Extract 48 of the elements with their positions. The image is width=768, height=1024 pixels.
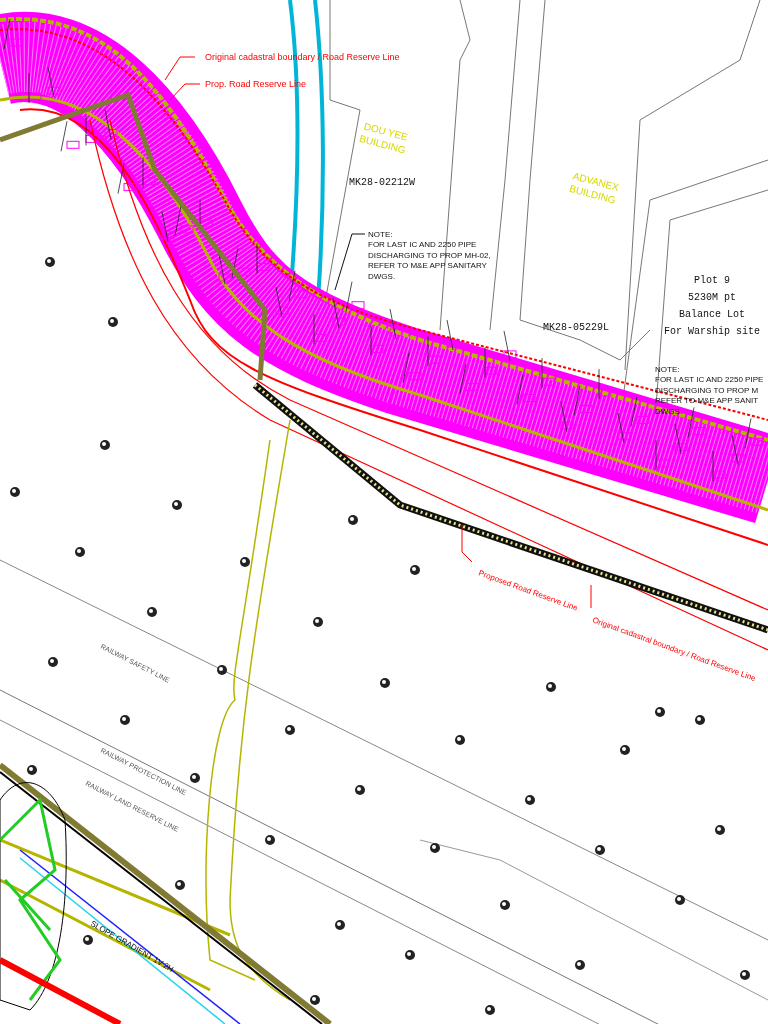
note-text: NOTE: FOR LAST IC AND 2250 PIPE DISCHARGING TO PROP MH-02, REFER TO M&E APP SANITARY DWGS. <box>368 230 491 281</box>
leader-line <box>590 584 592 609</box>
tree-symbol-icon <box>335 920 345 930</box>
tree-symbol-icon <box>430 843 440 853</box>
tree-symbol-icon <box>546 682 556 692</box>
tree-symbol-icon <box>695 715 705 725</box>
tree-symbol-icon <box>175 880 185 890</box>
tree-symbol-icon <box>455 735 465 745</box>
tree-symbol-icon <box>120 715 130 725</box>
leader-line <box>164 56 196 81</box>
tree-symbol-icon <box>265 835 275 845</box>
tree-symbol-icon <box>313 617 323 627</box>
tree-symbol-icon <box>525 795 535 805</box>
tree-symbol-icon <box>500 900 510 910</box>
tree-symbol-icon <box>172 500 182 510</box>
tree-symbol-icon <box>83 935 93 945</box>
tree-symbol-icon <box>147 607 157 617</box>
tree-symbol-icon <box>10 487 20 497</box>
tree-symbol-icon <box>675 895 685 905</box>
leader-line <box>461 524 473 563</box>
tree-symbol-icon <box>310 995 320 1005</box>
tree-symbol-icon <box>740 970 750 980</box>
lot-number-label: MK28-05229L <box>543 322 609 333</box>
tree-symbol-icon <box>45 257 55 267</box>
tree-symbol-icon <box>108 317 118 327</box>
tree-symbol-icon <box>240 557 250 567</box>
tree-symbol-icon <box>27 765 37 775</box>
lot-number-label: MK28-02212W <box>349 177 415 188</box>
tree-symbol-icon <box>48 657 58 667</box>
tree-symbol-icon <box>100 440 110 450</box>
leader-line <box>169 83 201 101</box>
tree-symbol-icon <box>575 960 585 970</box>
tree-symbol-icon <box>485 1005 495 1015</box>
tree-symbol-icon <box>75 547 85 557</box>
tree-symbol-icon <box>410 565 420 575</box>
tree-symbol-icon <box>405 950 415 960</box>
tree-symbol-icon <box>595 845 605 855</box>
lot-number-label: Plot 9 5230M pt Balance Lot For Warship site <box>664 275 760 337</box>
tree-symbol-icon <box>655 707 665 717</box>
tree-symbol-icon <box>380 678 390 688</box>
leader-line <box>334 233 366 291</box>
tree-symbol-icon <box>715 825 725 835</box>
tree-symbol-icon <box>348 515 358 525</box>
tree-symbol-icon <box>217 665 227 675</box>
tree-symbol-icon <box>285 725 295 735</box>
tree-symbol-icon <box>620 745 630 755</box>
tree-symbol-icon <box>190 773 200 783</box>
tree-symbol-icon <box>355 785 365 795</box>
